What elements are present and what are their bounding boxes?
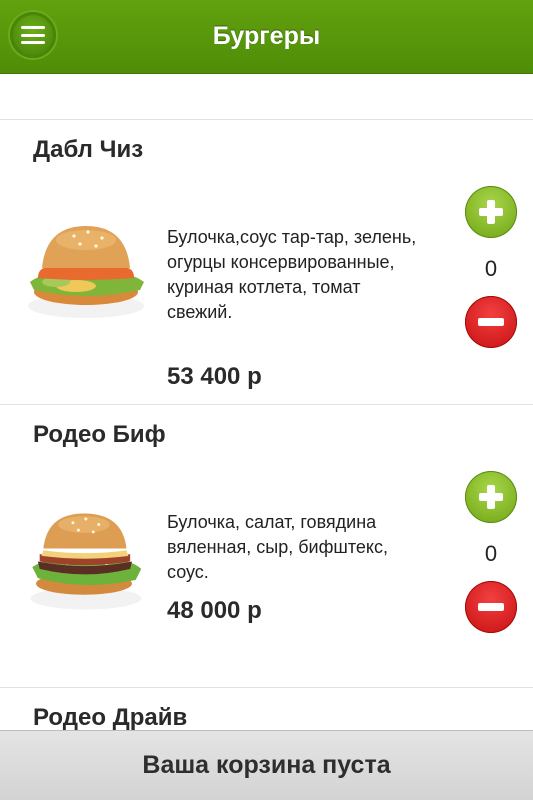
product-price: 53 400 р: [167, 363, 262, 390]
product-item: Дабл Чиз Булочка,соус тар-тар, зелень, о…: [0, 120, 533, 405]
remove-button[interactable]: [465, 296, 517, 348]
burger-image: [30, 513, 142, 610]
minus-icon: [478, 318, 504, 326]
burger-image: [28, 226, 144, 318]
plus-icon: [479, 485, 503, 509]
plus-icon: [479, 200, 503, 224]
add-button[interactable]: [465, 471, 517, 523]
product-name: Дабл Чиз: [33, 136, 144, 163]
cart-bar[interactable]: Ваша корзина пуста: [0, 730, 533, 800]
quantity-value: 0: [484, 256, 498, 281]
top-spacer: [0, 74, 533, 120]
product-name: Родео Биф: [33, 421, 166, 448]
app-header: Бургеры: [0, 0, 533, 74]
product-item: Родео Биф Булочка, салат, говядина вялен…: [0, 405, 533, 688]
cart-status: Ваша корзина пуста: [142, 751, 391, 779]
quantity-value: 0: [484, 541, 498, 566]
remove-button[interactable]: [465, 581, 517, 633]
add-button[interactable]: [465, 186, 517, 238]
product-description: Булочка,соус тар-тар, зелень, огурцы кон…: [167, 227, 417, 322]
page-title: Бургеры: [212, 22, 321, 50]
minus-icon: [478, 603, 504, 611]
product-price: 48 000 р: [167, 597, 262, 624]
product-name: Родео Драйв: [33, 704, 188, 731]
product-description: Булочка, салат, говядина вяленная, сыр, …: [167, 512, 388, 582]
